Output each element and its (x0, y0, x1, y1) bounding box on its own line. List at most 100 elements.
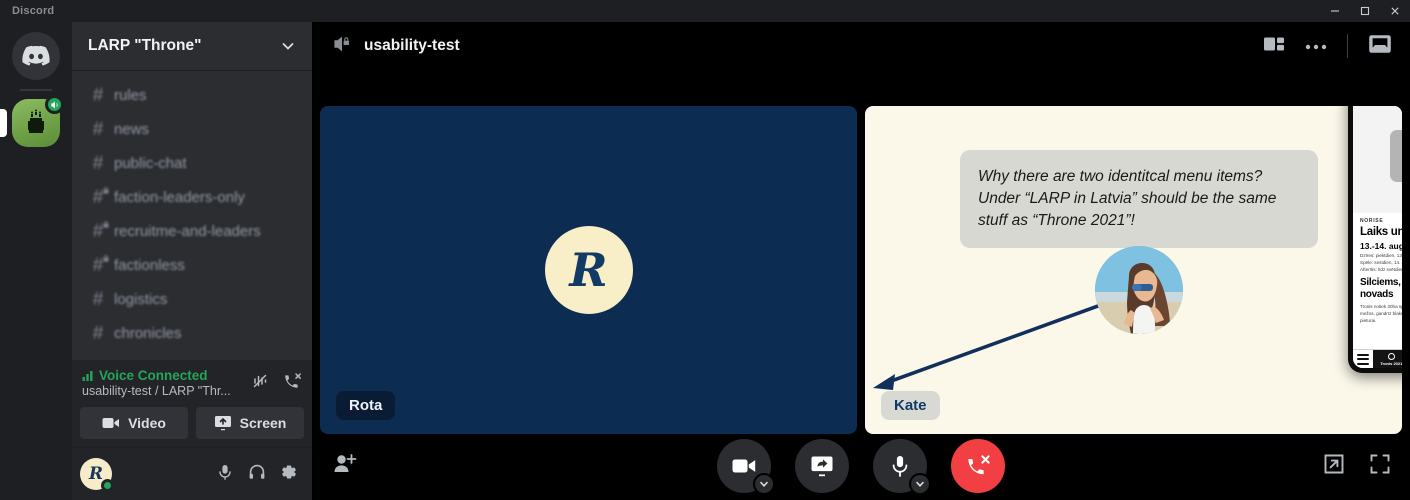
camera-button[interactable] (717, 439, 775, 495)
camera-icon (102, 418, 120, 428)
channel-label: public-chat (114, 154, 187, 172)
discord-home-button[interactable] (12, 32, 60, 80)
sidebar-item-channel[interactable]: # chronicles (80, 316, 304, 350)
window-controls (1320, 0, 1410, 22)
participant-name: Rota (336, 391, 396, 420)
maximize-icon[interactable] (1350, 0, 1380, 22)
phone-tab-bar: Tronis 2021 Troja vēsture Citi LARP (1353, 349, 1402, 368)
channel-label: faction-leaders-only (114, 188, 245, 206)
channel-label: rules (114, 86, 147, 104)
channel-list: # rules # news # public-chat # faction-l… (72, 70, 312, 360)
avatar-monogram: R (569, 243, 608, 297)
lock-icon (103, 254, 109, 262)
title-bar: Discord (0, 0, 1410, 22)
guild-name: LARP "Throne" (88, 37, 202, 54)
chevron-down-icon[interactable] (280, 38, 296, 54)
discord-window: Discord LARP "Throne" # rules # news # p… (0, 0, 1410, 500)
gear-icon[interactable] (280, 463, 298, 486)
participant-tile-kate[interactable]: Why there are two identitcal menu items?… (865, 106, 1402, 434)
hamburger-menu-icon[interactable] (1353, 350, 1373, 368)
video-button[interactable]: Video (80, 407, 188, 439)
sidebar-item-channel[interactable]: # news (80, 112, 304, 146)
user-bar: R (72, 447, 312, 500)
chevron-down-icon[interactable] (909, 473, 931, 495)
phone-detail-line: Afterītis: līdz svētdienai 15. augustam (1360, 267, 1402, 272)
voice-connected-panel: Voice Connected usability-test / LARP "T… (72, 360, 312, 447)
phone-detail-line: Dzīres: piektdien, 13. augustā (1360, 253, 1402, 258)
pop-out-icon[interactable] (1322, 452, 1346, 481)
video-button-label: Video (128, 415, 166, 431)
avatar: R (544, 226, 633, 314)
sidebar-item-channel[interactable]: # faction-leaders-only (80, 180, 304, 214)
hash-icon: # (92, 152, 104, 174)
phone-heading: Laiks un vieta (1360, 226, 1402, 238)
minimize-icon[interactable] (1320, 0, 1350, 22)
hash-lock-icon: # (88, 186, 109, 207)
ellipsis-icon[interactable] (1305, 37, 1327, 55)
camera-icon (732, 459, 756, 473)
channel-label: chronicles (114, 324, 182, 342)
channel-label: news (114, 120, 150, 138)
signal-bars-icon (82, 370, 93, 381)
hash-lock-icon: # (88, 220, 109, 241)
avatar[interactable]: R (80, 458, 114, 492)
voice-status: Voice Connected (82, 368, 250, 383)
close-icon[interactable] (1380, 0, 1410, 22)
call-view: usability-test R Rota Why there are two … (312, 22, 1410, 500)
microphone-icon (892, 456, 908, 477)
hash-icon: # (92, 288, 104, 310)
server-rail (0, 22, 72, 500)
phone-tab-tronis-2021[interactable]: Tronis 2021 (1373, 350, 1402, 368)
phone-content: NORISE Laiks un vieta 13.-14. augusts Dz… (1353, 213, 1402, 349)
chevron-down-icon[interactable] (753, 473, 775, 495)
participant-name: Kate (881, 391, 940, 420)
presence-indicator (101, 479, 114, 492)
tab-dot-icon (1387, 352, 1395, 360)
headphones-icon[interactable] (248, 463, 266, 486)
sidebar-item-channel[interactable]: # logistics (80, 282, 304, 316)
app-name: Discord (12, 5, 55, 17)
rail-divider (20, 89, 52, 91)
kate-photo-avatar (1095, 246, 1183, 334)
sidebar-item-channel[interactable]: # rules (80, 78, 304, 112)
microphone-icon[interactable] (216, 463, 234, 486)
chat-panel-icon[interactable] (1368, 33, 1392, 60)
fullscreen-icon[interactable] (1368, 452, 1392, 481)
image-placeholder-icon (1390, 130, 1402, 183)
participant-tiles: R Rota Why there are two identitcal menu… (320, 106, 1402, 434)
grid-layout-icon[interactable] (1263, 34, 1285, 59)
phone-kicker: NORISE (1360, 218, 1384, 224)
participant-tile-rota[interactable]: R Rota (320, 106, 857, 434)
speaker-icon (50, 101, 58, 108)
channel-sidebar: LARP "Throne" # rules # news # public-ch… (72, 22, 312, 500)
call-header: usability-test (312, 22, 1410, 70)
sidebar-item-channel[interactable]: # recruitme-and-leaders (80, 214, 304, 248)
disconnect-call-icon (968, 455, 990, 475)
annotation-bubble: Why there are two identitcal menu items?… (960, 150, 1318, 248)
microphone-button[interactable] (873, 439, 931, 495)
server-active-pill (0, 109, 7, 137)
hash-lock-icon: # (88, 254, 109, 275)
phone-paragraph: Tronis notiek 30ha spēles poligonā Latvi… (1360, 304, 1402, 323)
guild-header[interactable]: LARP "Throne" (72, 22, 312, 70)
phone-screen: Tronis 2021 Pieteikties NORISE Laiks un … (1353, 106, 1402, 368)
voice-status-label: Voice Connected (99, 368, 208, 383)
hangup-button[interactable] (951, 439, 1005, 493)
screen-button-label: Screen (239, 415, 287, 431)
noise-suppression-icon[interactable] (250, 371, 270, 396)
screenshare-button[interactable] (795, 439, 849, 493)
sidebar-item-server-larp-throne[interactable] (0, 95, 64, 147)
disconnect-call-icon[interactable] (282, 371, 302, 396)
server-voice-badge (45, 95, 64, 114)
header-divider (1347, 34, 1348, 58)
add-person-icon[interactable] (332, 452, 358, 481)
voice-channel-locked-icon (332, 34, 354, 59)
phone-tab-label: Tronis 2021 (1380, 360, 1402, 366)
sidebar-item-channel[interactable]: # public-chat (80, 146, 304, 180)
channel-label: recruitme-and-leaders (114, 222, 261, 240)
screen-button[interactable]: Screen (196, 407, 304, 439)
phone-place: Silciems, Siguldas novads (1360, 277, 1402, 300)
sidebar-item-channel[interactable]: # factionless (80, 248, 304, 282)
discord-logo-icon (22, 45, 50, 66)
call-controls (312, 432, 1410, 500)
